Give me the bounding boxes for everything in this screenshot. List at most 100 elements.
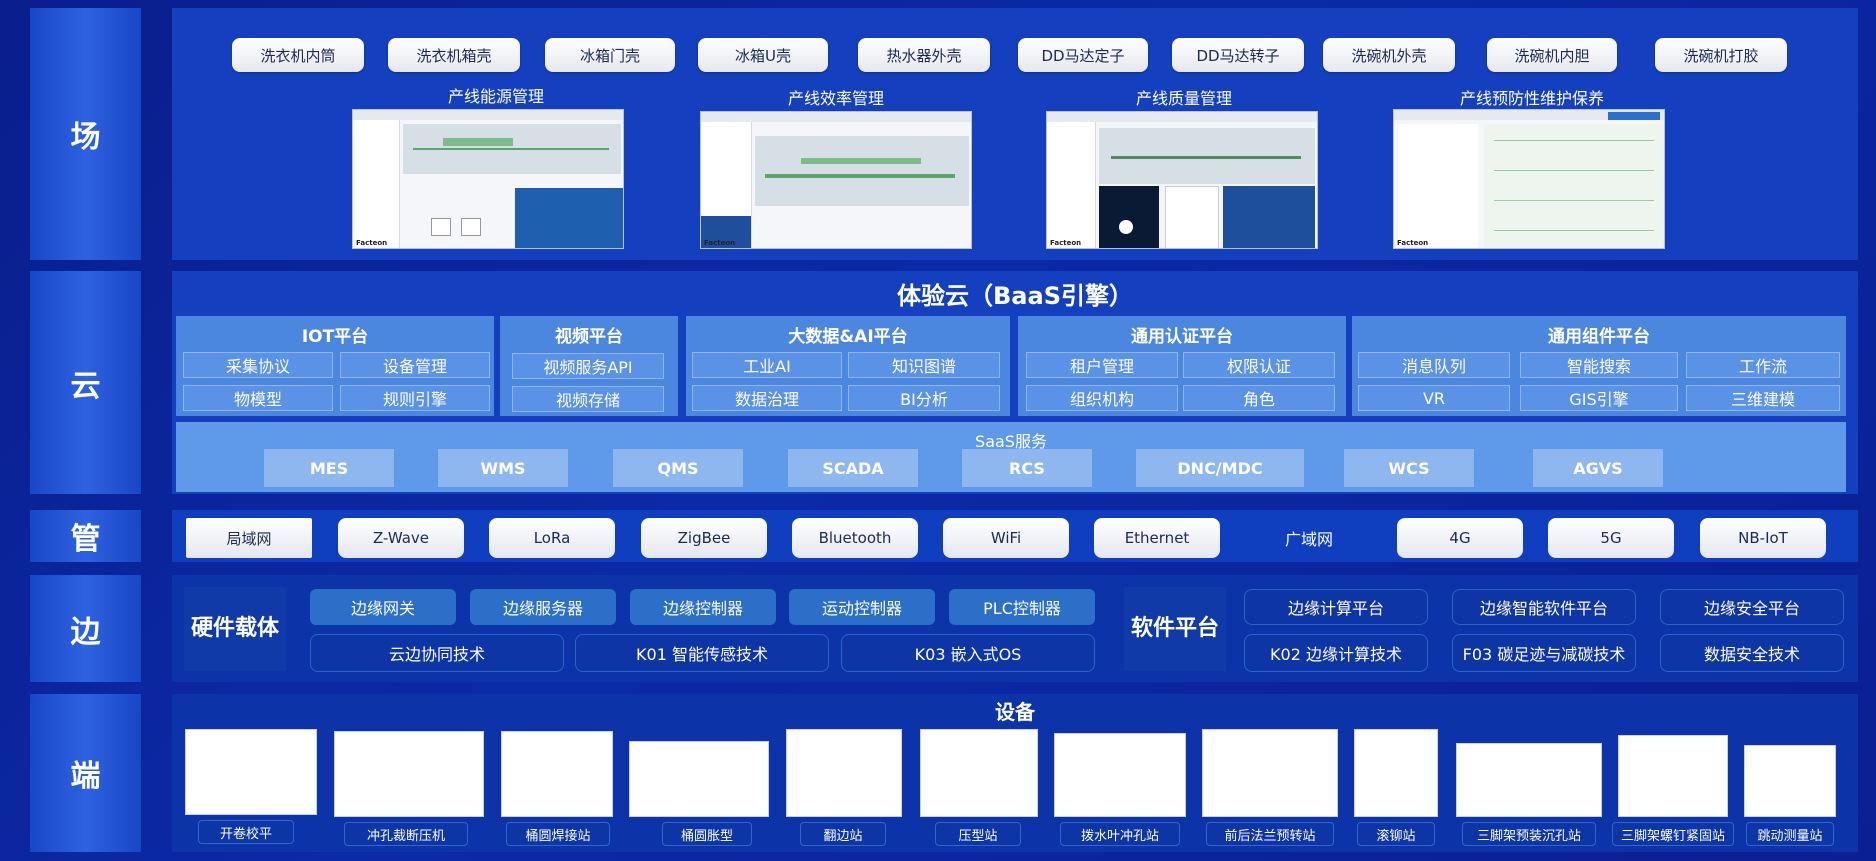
service-3d-modeling[interactable]: 三维建模 [1686,385,1840,411]
group-title: 大数据&AI平台 [788,327,908,347]
motion-controller[interactable]: 运动控制器 [789,589,935,625]
product-chip[interactable]: 洗碗机内胆 [1487,38,1617,72]
device-caption: 开卷校平 [198,820,294,844]
app-brand: Facteon [1397,239,1429,247]
service-workflow[interactable]: 工作流 [1686,352,1840,378]
product-chip[interactable]: 冰箱门壳 [545,38,675,72]
device-image[interactable] [786,729,902,817]
device-caption: 三脚架预装沉孔站 [1462,822,1596,846]
network-wifi[interactable]: WiFi [943,518,1069,558]
device-image[interactable] [334,731,484,817]
edge-intelligent-software-platform[interactable]: 边缘智能软件平台 [1452,589,1636,625]
product-chip[interactable]: 冰箱U壳 [698,38,828,72]
device-caption: 拨水叶冲孔站 [1060,822,1180,846]
app-screenshot-maintenance[interactable]: Facteon [1393,109,1665,249]
service-rule-engine[interactable]: 规则引擎 [340,385,490,411]
saas-mes[interactable]: MES [264,449,394,487]
product-chip[interactable]: 洗碗机打胶 [1655,38,1787,72]
app-screenshot-energy[interactable]: Facteon [352,109,624,249]
device-image[interactable] [1202,729,1338,817]
network-nb-iot[interactable]: NB-IoT [1700,518,1826,558]
product-chip[interactable]: 洗碗机外壳 [1323,38,1455,72]
device-image[interactable] [1456,743,1602,817]
service-data-governance[interactable]: 数据治理 [692,385,842,411]
layer-label-network: 管 [30,510,141,562]
device-image[interactable] [185,729,317,815]
app-title-energy: 产线能源管理 [447,87,544,106]
device-image[interactable] [920,729,1038,817]
saas-scada[interactable]: SCADA [788,449,918,487]
group-title: 视频平台 [555,327,623,347]
edge-hardware-label: 硬件载体 [184,587,286,671]
tech-data-security[interactable]: 数据安全技术 [1660,634,1844,672]
product-chip[interactable]: 洗衣机箱壳 [388,38,520,72]
network-4g[interactable]: 4G [1397,518,1523,558]
network-z-wave[interactable]: Z-Wave [338,518,464,558]
device-image[interactable] [629,741,769,817]
device-image[interactable] [1744,745,1836,817]
devices-title: 设备 [995,700,1035,724]
product-chip[interactable]: DD马达转子 [1172,38,1304,72]
tech-f03-carbon[interactable]: F03 碳足迹与减碳技术 [1452,634,1636,672]
network-ethernet[interactable]: Ethernet [1094,518,1220,558]
tech-k03-embedded-os[interactable]: K03 嵌入式OS [841,634,1095,672]
edge-controller[interactable]: 边缘控制器 [630,589,776,625]
tech-k01-sensing[interactable]: K01 智能传感技术 [575,634,829,672]
device-caption: 三脚架螺钉紧固站 [1612,822,1734,846]
device-caption: 桶圆胀型 [662,822,752,846]
group-title: IOT平台 [301,327,369,347]
tech-cloud-edge-collab[interactable]: 云边协同技术 [310,634,564,672]
service-device-management[interactable]: 设备管理 [340,352,490,378]
service-video-storage[interactable]: 视频存储 [512,386,664,412]
device-caption: 前后法兰预转站 [1206,822,1334,846]
edge-security-platform[interactable]: 边缘安全平台 [1660,589,1844,625]
product-chip[interactable]: DD马达定子 [1018,38,1148,72]
edge-computing-platform[interactable]: 边缘计算平台 [1244,589,1428,625]
edge-server[interactable]: 边缘服务器 [470,589,616,625]
service-organization[interactable]: 组织机构 [1026,385,1178,411]
service-video-api[interactable]: 视频服务API [512,353,664,379]
app-screenshot-quality[interactable]: Facteon [1046,111,1318,249]
device-caption: 压型站 [935,822,1021,846]
network-5g[interactable]: 5G [1548,518,1674,558]
network-bluetooth[interactable]: Bluetooth [792,518,918,558]
network-lora[interactable]: LoRa [489,518,615,558]
saas-dnc-mdc[interactable]: DNC/MDC [1136,449,1304,487]
lan-label: 局域网 [186,518,312,558]
saas-rcs[interactable]: RCS [962,449,1092,487]
product-chip[interactable]: 热水器外壳 [858,38,990,72]
device-caption: 跳动测量站 [1746,822,1834,846]
network-zigbee[interactable]: ZigBee [641,518,767,558]
device-caption: 滚铆站 [1357,822,1435,846]
edge-gateway[interactable]: 边缘网关 [310,589,456,625]
service-thing-model[interactable]: 物模型 [183,385,333,411]
wan-label: 广域网 [1284,530,1333,549]
service-knowledge-graph[interactable]: 知识图谱 [848,352,1000,378]
saas-agvs[interactable]: AGVS [1533,449,1663,487]
service-role[interactable]: 角色 [1183,385,1335,411]
tech-k02-edge-computing[interactable]: K02 边缘计算技术 [1244,634,1428,672]
layer-label-scene: 场 [30,8,141,260]
service-bi-analysis[interactable]: BI分析 [848,385,1000,411]
service-collection-protocol[interactable]: 采集协议 [183,352,333,378]
service-industrial-ai[interactable]: 工业AI [692,352,842,378]
service-vr[interactable]: VR [1358,385,1510,411]
service-gis-engine[interactable]: GIS引擎 [1520,385,1678,411]
saas-wcs[interactable]: WCS [1344,449,1474,487]
device-image[interactable] [501,731,613,817]
device-image[interactable] [1618,735,1728,817]
device-image[interactable] [1354,729,1438,817]
device-image[interactable] [1054,733,1186,817]
plc-controller[interactable]: PLC控制器 [949,589,1095,625]
saas-wms[interactable]: WMS [438,449,568,487]
device-caption: 桶圆焊接站 [506,822,610,846]
app-screenshot-efficiency[interactable]: Facteon [700,111,972,249]
saas-qms[interactable]: QMS [613,449,743,487]
service-message-queue[interactable]: 消息队列 [1358,352,1510,378]
service-tenant-management[interactable]: 租户管理 [1026,352,1178,378]
product-chip[interactable]: 洗衣机内筒 [232,38,364,72]
service-permission-auth[interactable]: 权限认证 [1183,352,1335,378]
service-smart-search[interactable]: 智能搜索 [1520,352,1678,378]
layer-label-cloud: 云 [30,271,141,494]
app-brand: Facteon [704,239,736,247]
